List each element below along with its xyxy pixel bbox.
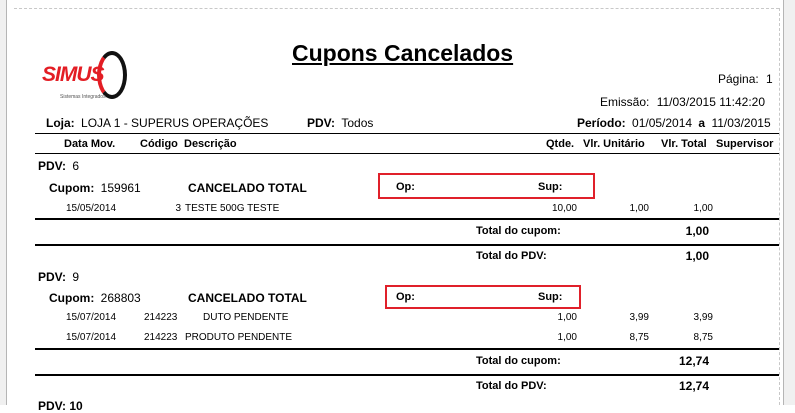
total-pdv-label: Total do PDV: [476,250,547,262]
col-vlr-total: Vlr. Total [661,138,707,150]
simus-logo: SIMUS Sistemas Integrados [40,48,136,106]
periodo-end: 11/03/2015 [711,116,771,130]
total-cupom-label: Total do cupom: [476,355,561,367]
item-total: 8,75 [693,332,713,343]
cupom-heading: Cupom: 268803 [49,291,141,305]
pdv-total-rule [35,374,779,376]
cupom-total-rule [35,218,779,220]
item-unit: 1,00 [629,203,649,214]
op-label: Op: [396,181,415,193]
item-code: 214223 [144,312,178,323]
page-info: Página: 1 [718,72,773,86]
cupom-label: Cupom: [49,291,95,305]
item-qty: 10,00 [551,203,577,214]
col-descricao: Descrição [184,138,237,150]
item-total: 1,00 [693,203,713,214]
item-unit: 8,75 [629,332,649,343]
cupom-status: CANCELADO TOTAL [188,291,307,305]
emission-value: 11/03/2015 11:42:20 [656,95,766,109]
logo-brand: SIMUS [42,63,105,86]
cupom-status: CANCELADO TOTAL [188,181,307,195]
emission-info: Emissão: 11/03/2015 11:42:20 [600,95,765,109]
total-pdv-label: Total do PDV: [476,380,547,392]
next-pdv-heading: PDV: 10 [38,399,83,413]
group-pdv-label: PDV: [38,270,67,284]
page-label: Página: [718,72,759,86]
sup-label: Sup: [538,181,563,193]
item-desc: TESTE 500G TESTE [185,203,280,214]
total-cupom-value: 12,74 [678,354,709,368]
cupom-value: 159961 [100,181,141,195]
viewer-scrollbar[interactable] [783,0,795,405]
viewer-left-frame [0,0,7,405]
total-pdv-value: 1,00 [685,249,709,263]
group-pdv-heading: PDV: 9 [38,270,79,284]
item-qty: 1,00 [557,312,577,323]
cupom-value: 268803 [100,291,141,305]
item-total: 3,99 [693,312,713,323]
cupom-label: Cupom: [49,181,95,195]
cupom-heading: Cupom: 159961 [49,181,141,195]
pdv-total-rule [35,244,779,246]
item-date: 15/05/2014 [66,203,117,214]
loja-value: LOJA 1 - SUPERUS OPERAÇÕES [81,116,269,130]
col-vlr-unitario: Vlr. Unitário [583,138,645,150]
periodo-sep: a [698,116,706,130]
periodo-filter: Período: 01/05/2014 a 11/03/2015 [577,116,771,130]
col-supervisor: Supervisor [716,138,774,150]
col-qtde: Qtde. [546,138,575,150]
loja-label: Loja: [46,116,75,130]
page-margin-top [14,8,779,9]
group-pdv-value: 6 [72,159,80,173]
header-top-rule [35,133,779,134]
cupom-total-rule [35,348,779,350]
group-pdv-label: PDV: [38,159,67,173]
sup-label: Sup: [538,291,563,303]
item-qty: 1,00 [557,332,577,343]
emission-label: Emissão: [600,95,650,109]
group-pdv-value: 9 [72,270,80,284]
total-pdv-value: 12,74 [678,379,709,393]
periodo-start: 01/05/2014 [632,116,693,130]
item-date: 15/07/2014 [66,332,117,343]
total-cupom-value: 1,00 [685,224,709,238]
pdv-filter-value: Todos [341,116,374,130]
item-code: 214223 [144,332,178,343]
logo-ring-icon [97,51,127,99]
item-code: 3 [175,203,181,214]
col-data-mov: Data Mov. [64,138,116,150]
item-unit: 3,99 [629,312,649,323]
pdv-filter: PDV: Todos [307,116,373,130]
header-bottom-rule [35,153,779,154]
report-title: Cupons Cancelados [292,40,514,66]
item-desc: DUTO PENDENTE [203,312,289,323]
total-cupom-label: Total do cupom: [476,225,561,237]
group-pdv-heading: PDV: 6 [38,159,79,173]
page-margin-right [779,8,780,405]
op-label: Op: [396,291,415,303]
page-number: 1 [766,72,773,86]
logo-tagline: Sistemas Integrados [60,94,106,100]
periodo-label: Período: [577,116,626,130]
item-desc: PRODUTO PENDENTE [185,332,293,343]
col-codigo: Código [140,138,178,150]
item-date: 15/07/2014 [66,312,117,323]
pdv-filter-label: PDV: [307,116,336,130]
loja-filter: Loja: LOJA 1 - SUPERUS OPERAÇÕES [46,116,268,130]
